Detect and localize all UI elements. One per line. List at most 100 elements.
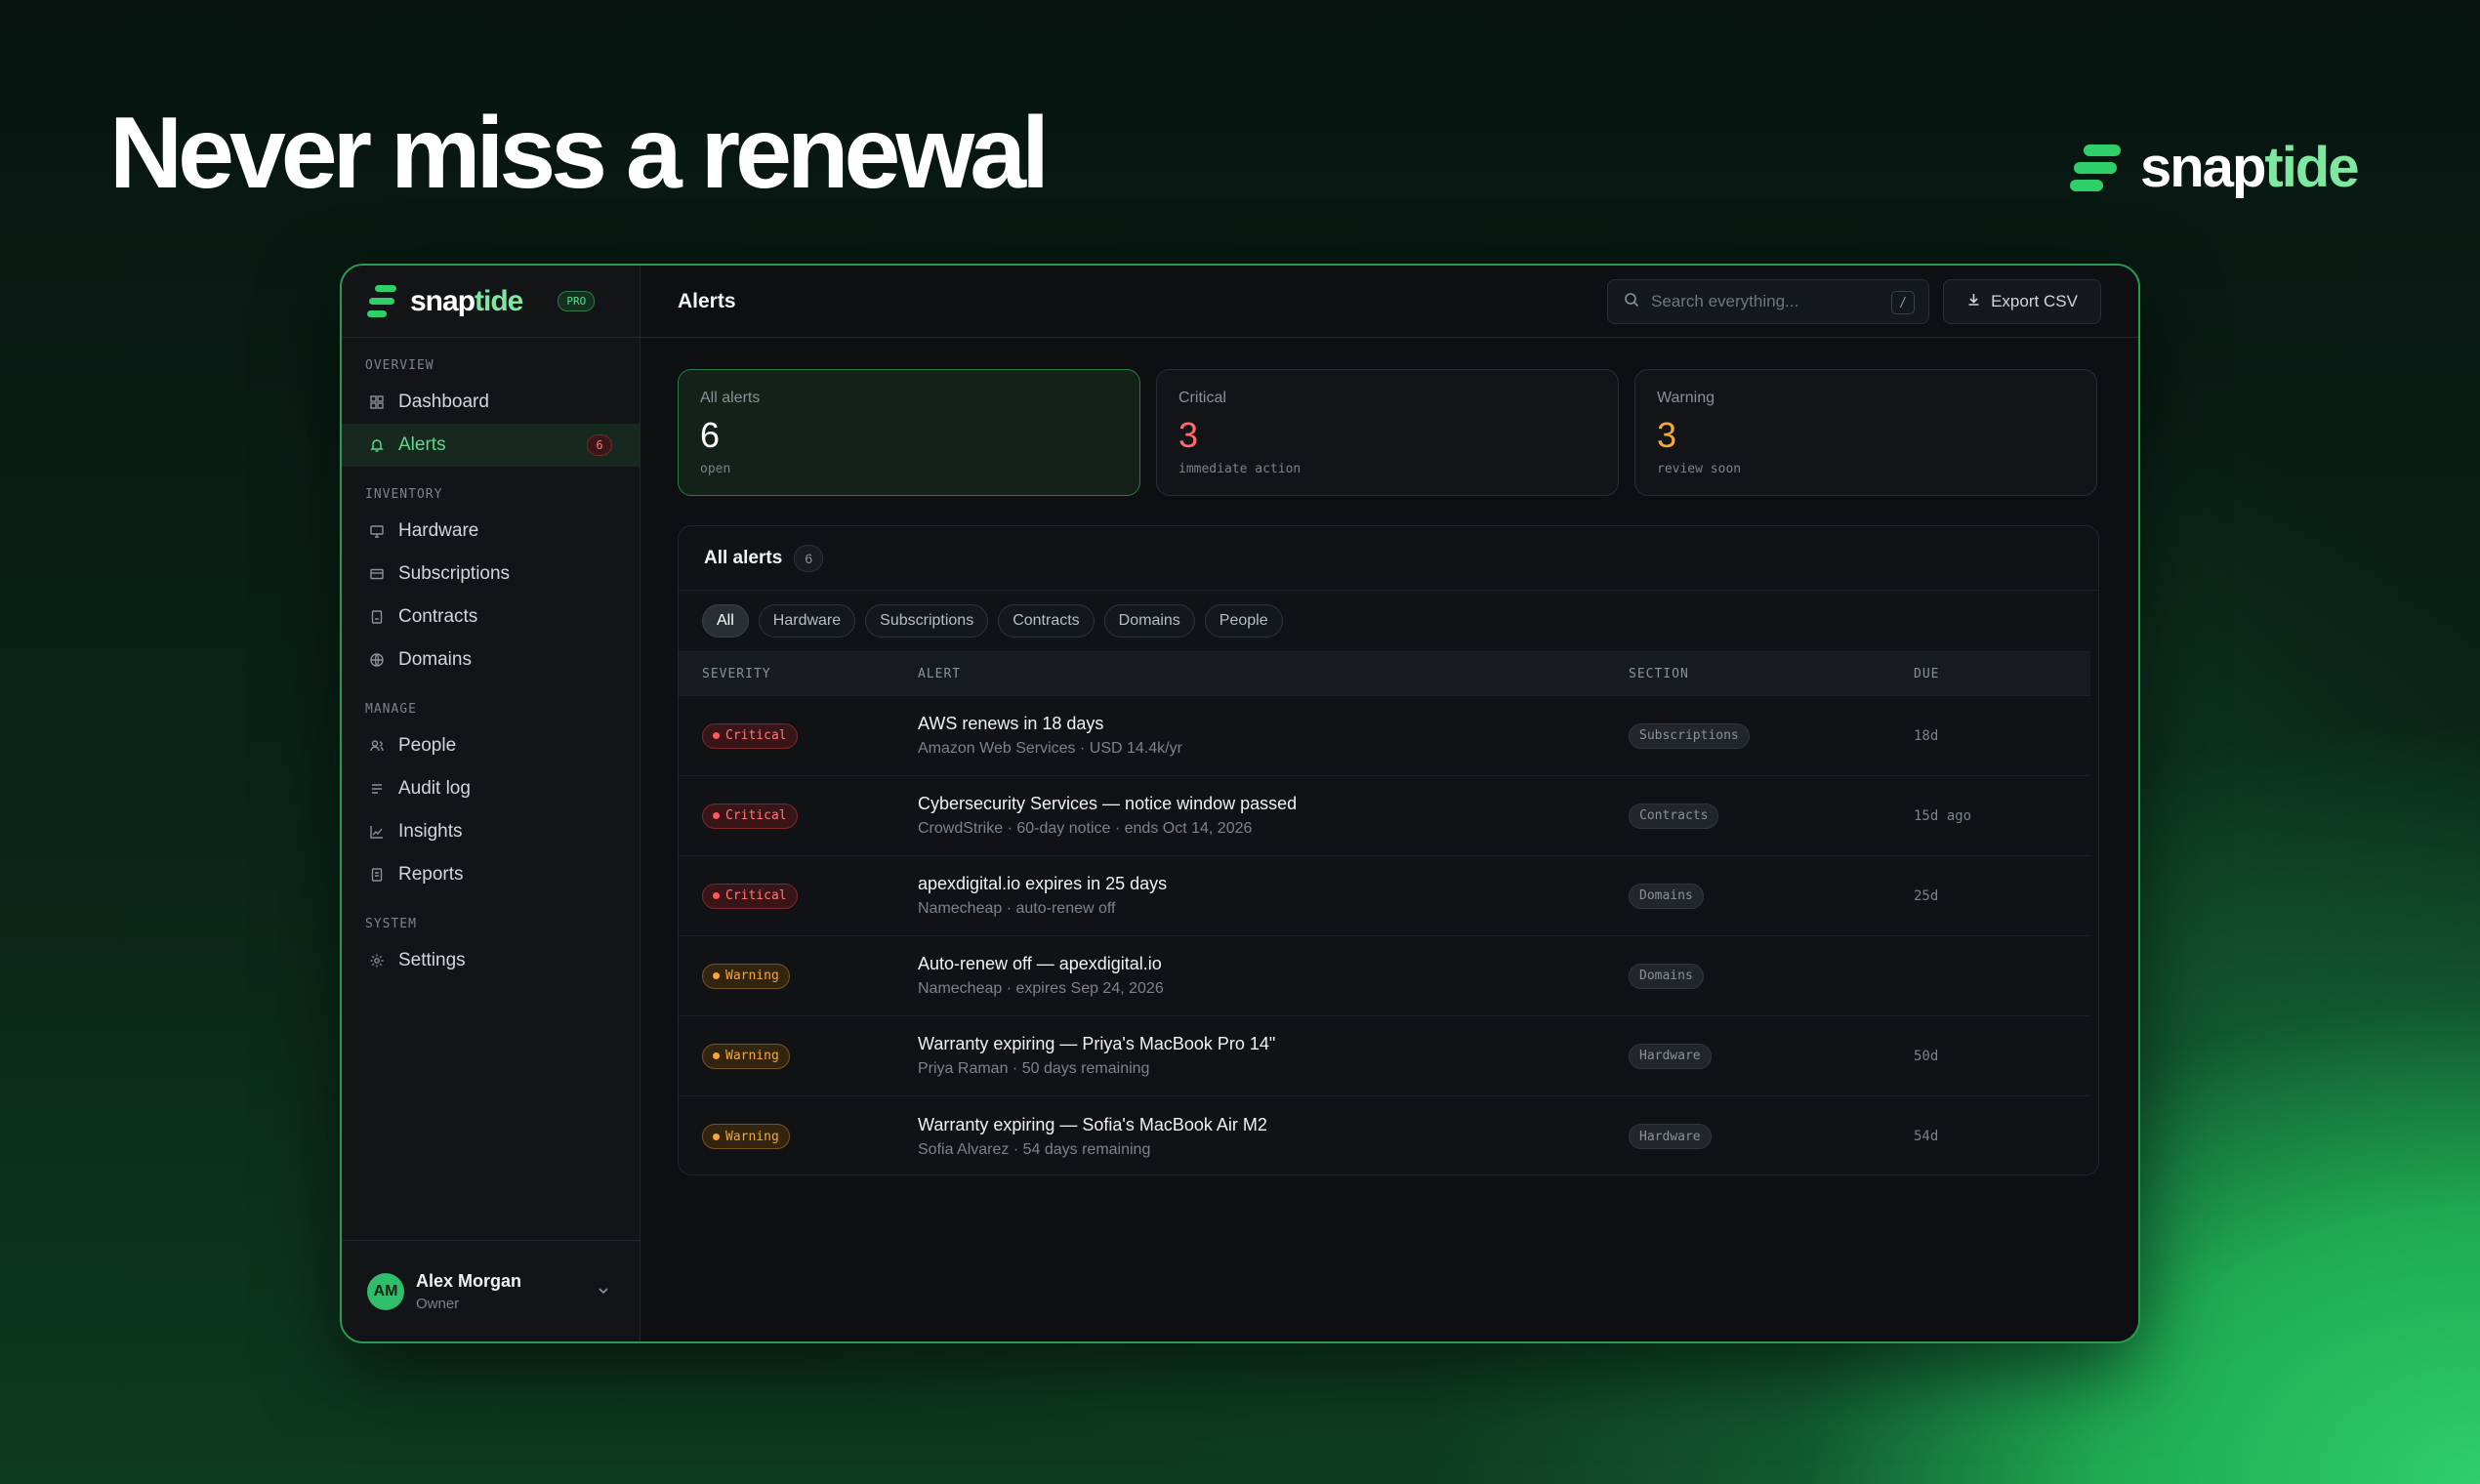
severity-badge: Warning [702, 1043, 790, 1069]
alert-cell: Warranty expiring — Sofia's MacBook Air … [918, 1115, 1629, 1159]
severity-cell: Warning [679, 1043, 918, 1069]
filter-chip-subscriptions[interactable]: Subscriptions [865, 604, 989, 638]
chevron-down-icon[interactable] [597, 1284, 610, 1302]
section-cell: Contracts [1629, 803, 1914, 829]
alert-subtitle: Namecheap · auto-renew off [918, 900, 1116, 917]
chart-icon [369, 824, 385, 840]
table-row[interactable]: Warning Warranty expiring — Sofia's MacB… [679, 1096, 2090, 1175]
due-value: 18d [1914, 727, 1939, 744]
due-value: 25d [1914, 887, 1939, 904]
brand-logo: snaptide [2070, 135, 2360, 200]
sidebar-item-hardware[interactable]: Hardware [342, 510, 640, 553]
status-dot-icon [713, 1052, 720, 1059]
alert-subtitle: Amazon Web Services · USD 14.4k/yr [918, 740, 1182, 757]
user-role: Owner [416, 1295, 460, 1312]
globe-icon [369, 652, 385, 668]
section-cell: Subscriptions [1629, 722, 1914, 749]
alert-cell: Auto-renew off — apexdigital.io Namechea… [918, 954, 1629, 998]
filter-chip-all[interactable]: All [702, 604, 749, 638]
column-header-severity[interactable]: SEVERITY [679, 667, 918, 681]
filter-chip-people[interactable]: People [1204, 604, 1283, 638]
alerts-table-body: Critical AWS renews in 18 days Amazon We… [679, 696, 2098, 1175]
alert-cell: AWS renews in 18 days Amazon Web Service… [918, 714, 1629, 758]
search-icon [1624, 292, 1639, 312]
alert-subtitle: Sofia Alvarez · 54 days remaining [918, 1140, 1151, 1158]
severity-label: Warning [725, 969, 779, 983]
export-csv-button[interactable]: Export CSV [1943, 279, 2101, 324]
users-icon [369, 738, 385, 754]
alert-title: apexdigital.io expires in 25 days [918, 874, 1168, 893]
snaptide-logo-icon [2070, 144, 2121, 191]
card-icon [369, 566, 385, 582]
status-dot-icon [713, 972, 720, 979]
section-cell: Domains [1629, 963, 1914, 989]
stat-cards: All alerts 6 open Critical 3 immediate a… [678, 369, 2097, 496]
column-header-due[interactable]: DUE [1914, 667, 2089, 681]
plan-badge: PRO [558, 291, 596, 311]
alert-subtitle: Priya Raman · 50 days remaining [918, 1060, 1150, 1077]
section-tag: Subscriptions [1629, 722, 1750, 749]
section-tag: Domains [1629, 883, 1704, 909]
alert-title: Auto-renew off — apexdigital.io [918, 954, 1162, 973]
alert-cell: apexdigital.io expires in 25 days Namech… [918, 874, 1629, 918]
sidebar-item-label: Domains [398, 649, 472, 670]
sidebar-item-settings[interactable]: Settings [342, 939, 640, 982]
sidebar-item-label: Reports [398, 864, 464, 885]
filter-chip-contracts[interactable]: Contracts [998, 604, 1095, 638]
sidebar-brand[interactable]: snaptide PRO [342, 266, 640, 338]
alert-title: AWS renews in 18 days [918, 714, 1104, 733]
stat-card-critical[interactable]: Critical 3 immediate action [1156, 369, 1619, 496]
due-cell: 15d ago [1914, 807, 2089, 825]
table-row[interactable]: Warning Warranty expiring — Priya's MacB… [679, 1016, 2090, 1096]
section-tag: Contracts [1629, 803, 1719, 829]
filter-chip-hardware[interactable]: Hardware [758, 604, 856, 638]
stat-label: Critical [1178, 390, 1226, 406]
user-menu[interactable]: AM Alex Morgan Owner [342, 1240, 640, 1341]
alert-cell: Warranty expiring — Priya's MacBook Pro … [918, 1034, 1629, 1078]
section-tag: Domains [1629, 963, 1704, 989]
stat-sub: immediate action [1178, 462, 1302, 476]
due-value: 54d [1914, 1129, 1939, 1144]
severity-label: Critical [725, 728, 787, 743]
column-header-alert[interactable]: ALERT [918, 667, 1629, 681]
sidebar-item-label: Hardware [398, 520, 479, 541]
sidebar-section-label: MANAGE [365, 702, 417, 717]
status-dot-icon [713, 732, 720, 739]
search-input[interactable] [1651, 292, 1876, 311]
table-row[interactable]: Critical Cybersecurity Services — notice… [679, 776, 2090, 856]
stat-card-all[interactable]: All alerts 6 open [678, 369, 1140, 496]
sidebar-item-reports[interactable]: Reports [342, 853, 640, 896]
sidebar-item-insights[interactable]: Insights [342, 810, 640, 853]
severity-badge: Critical [702, 803, 798, 829]
main-content: Alerts / Export CSV All alerts 6 open [641, 266, 2138, 1341]
filter-chip-domains[interactable]: Domains [1103, 604, 1195, 638]
stat-label: Warning [1657, 390, 1715, 406]
sidebar-item-contracts[interactable]: Contracts [342, 596, 640, 639]
stat-sub: open [700, 462, 731, 476]
search-box[interactable]: / [1607, 279, 1929, 324]
stat-value: 3 [1178, 415, 1199, 455]
sidebar-item-dashboard[interactable]: Dashboard [342, 381, 640, 424]
stat-card-warning[interactable]: Warning 3 review soon [1634, 369, 2097, 496]
sidebar-nav: OVERVIEW Dashboard Alerts 6 INVENTORY Hardwar… [342, 351, 640, 982]
hero-title: Never miss a renewal [109, 97, 1050, 210]
section-cell: Hardware [1629, 1124, 1914, 1149]
report-icon [369, 867, 385, 883]
table-row[interactable]: Critical apexdigital.io expires in 25 da… [679, 856, 2090, 936]
table-row[interactable]: Warning Auto-renew off — apexdigital.io … [679, 936, 2090, 1016]
download-icon [1966, 292, 1981, 311]
sidebar-item-subscriptions[interactable]: Subscriptions [342, 553, 640, 596]
search-shortcut-hint: / [1891, 291, 1915, 314]
sidebar-item-people[interactable]: People [342, 724, 640, 767]
table-row[interactable]: Critical AWS renews in 18 days Amazon We… [679, 696, 2090, 776]
severity-cell: Warning [679, 1124, 918, 1149]
sidebar-item-domains[interactable]: Domains [342, 639, 640, 681]
stat-label: All alerts [700, 390, 761, 406]
severity-label: Warning [725, 1129, 779, 1144]
sidebar-item-alerts[interactable]: Alerts 6 [342, 424, 640, 467]
column-header-section[interactable]: SECTION [1629, 667, 1914, 681]
status-dot-icon [713, 812, 720, 819]
monitor-icon [369, 523, 385, 539]
alert-subtitle: CrowdStrike · 60-day notice · ends Oct 1… [918, 820, 1253, 837]
sidebar-item-audit-log[interactable]: Audit log [342, 767, 640, 810]
